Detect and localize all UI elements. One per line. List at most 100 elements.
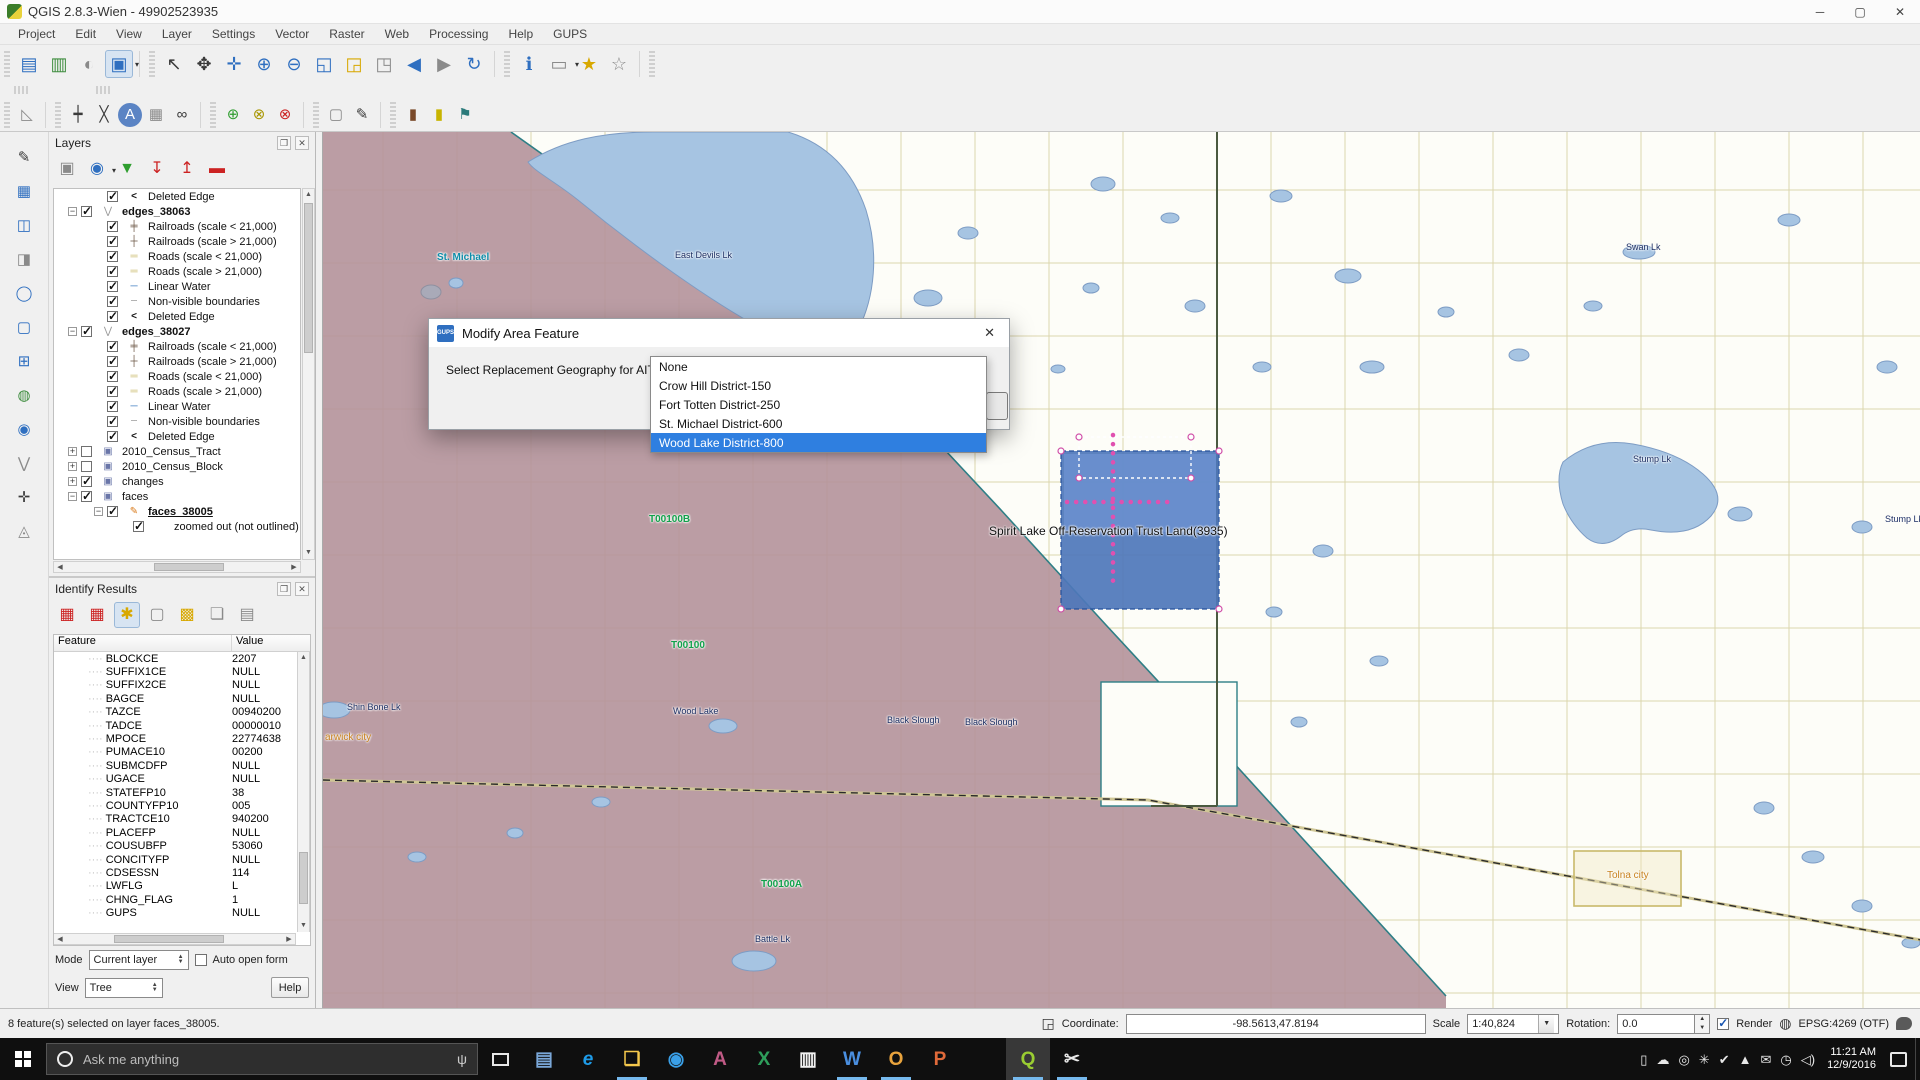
usb-icon[interactable]: ▯ bbox=[1640, 1053, 1647, 1066]
dialog-close-icon[interactable]: ✕ bbox=[978, 323, 1001, 343]
web[interactable]: Web bbox=[375, 25, 419, 43]
outlook-taskbar-button[interactable]: O bbox=[874, 1038, 918, 1080]
close-panel-icon[interactable]: ✕ bbox=[295, 582, 309, 596]
expander-icon[interactable]: − bbox=[68, 492, 77, 501]
vector[interactable]: Vector bbox=[265, 25, 319, 43]
layer-label[interactable]: Non-visible boundaries bbox=[148, 416, 260, 428]
layer-checkbox[interactable] bbox=[107, 431, 118, 442]
layer-row[interactable]: zoomed out (not outlined) bbox=[54, 519, 300, 534]
table-row[interactable]: CHNG_FLAG 1 bbox=[54, 893, 296, 906]
layer-checkbox[interactable] bbox=[107, 236, 118, 247]
volume-icon[interactable]: ◁) bbox=[1801, 1053, 1815, 1066]
word-taskbar-button[interactable]: W bbox=[830, 1038, 874, 1080]
layer-row[interactable]: < Deleted Edge bbox=[54, 429, 300, 444]
table-row[interactable]: BAGCE NULL bbox=[54, 692, 296, 705]
mail-tray-icon[interactable]: ✉ bbox=[1760, 1053, 1771, 1066]
table-row[interactable]: CDSESSN 114 bbox=[54, 866, 296, 879]
start-button[interactable] bbox=[0, 1038, 46, 1080]
layer-row[interactable]: + ▣ 2010_Census_Block bbox=[54, 459, 300, 474]
minimize-button[interactable]: ─ bbox=[1800, 0, 1840, 23]
scroll-left-icon[interactable]: ◀ bbox=[54, 934, 66, 944]
layer-label[interactable]: Linear Water bbox=[148, 281, 211, 293]
delete-vertex-button[interactable]: ╳ bbox=[92, 103, 116, 127]
scroll-thumb[interactable] bbox=[304, 203, 313, 353]
rectangle-button[interactable]: ▢ bbox=[12, 315, 36, 339]
expander-icon[interactable]: + bbox=[68, 477, 77, 486]
globe-add-button[interactable]: ◍ bbox=[12, 383, 36, 407]
delete-record-button[interactable]: ⊗ bbox=[273, 103, 297, 127]
layer-label[interactable]: Railroads (scale < 21,000) bbox=[148, 341, 277, 353]
table-row[interactable]: COUSUBFP 53060 bbox=[54, 839, 296, 852]
add-record-button[interactable]: ⊕ bbox=[221, 103, 245, 127]
layer-row[interactable]: ┼ Railroads (scale > 21,000) bbox=[54, 354, 300, 369]
layer-checkbox[interactable] bbox=[81, 461, 92, 472]
zoom-full-button[interactable]: ◱▾ bbox=[310, 50, 338, 78]
layer-checkbox[interactable] bbox=[107, 386, 118, 397]
layer-label[interactable]: Linear Water bbox=[148, 401, 211, 413]
dropdown-option[interactable]: None bbox=[651, 357, 986, 376]
microphone-icon[interactable]: ψ bbox=[457, 1051, 467, 1067]
expander-icon[interactable]: − bbox=[68, 327, 77, 336]
layer-checkbox[interactable] bbox=[107, 401, 118, 412]
linear-button[interactable]: ◨ bbox=[12, 247, 36, 271]
layer-checkbox[interactable] bbox=[107, 251, 118, 262]
expand-tree-button[interactable]: ▦ bbox=[84, 602, 110, 628]
layer-checkbox[interactable] bbox=[107, 281, 118, 292]
layer-label[interactable]: edges_38063 bbox=[122, 206, 191, 218]
layer-checkbox[interactable] bbox=[107, 506, 118, 517]
extents-icon[interactable]: ◲ bbox=[1042, 1015, 1055, 1032]
digitizing-button[interactable]: ✎ bbox=[12, 145, 36, 169]
table-row[interactable]: COUNTYFP10 005 bbox=[54, 799, 296, 812]
scroll-thumb[interactable] bbox=[114, 935, 224, 943]
scroll-down-icon[interactable]: ▼ bbox=[303, 547, 314, 559]
layer-label[interactable]: faces_38005 bbox=[148, 506, 213, 518]
scroll-down-icon[interactable]: ▼ bbox=[298, 920, 309, 932]
coordinate-input[interactable]: -98.5613,47.8194 bbox=[1126, 1014, 1426, 1034]
layer-row[interactable]: ═ Roads (scale < 21,000) bbox=[54, 249, 300, 264]
zoom-to-selection-button[interactable]: ◲▾ bbox=[340, 50, 368, 78]
save-project-button[interactable]: ▤▾ bbox=[15, 50, 43, 78]
gups[interactable]: GUPS bbox=[543, 25, 597, 43]
edit[interactable]: Edit bbox=[65, 25, 106, 43]
layer-row[interactable]: ═ Roads (scale < 21,000) bbox=[54, 369, 300, 384]
media-player-taskbar-button[interactable]: ◉ bbox=[654, 1038, 698, 1080]
layer-checkbox[interactable] bbox=[107, 191, 118, 202]
layer-label[interactable]: Roads (scale < 21,000) bbox=[148, 251, 262, 263]
layer-checkbox[interactable] bbox=[107, 296, 118, 307]
edge-browser-taskbar-button[interactable]: e bbox=[566, 1038, 610, 1080]
layer-row[interactable]: ═ Roads (scale > 21,000) bbox=[54, 264, 300, 279]
access-taskbar-button[interactable]: A bbox=[698, 1038, 742, 1080]
layer-row[interactable]: ╪ Railroads (scale < 21,000) bbox=[54, 339, 300, 354]
pinwheel-icon[interactable]: ✳ bbox=[1699, 1053, 1710, 1066]
layer-row[interactable]: − ⋁ edges_38027 bbox=[54, 324, 300, 339]
layer-checkbox[interactable] bbox=[107, 356, 118, 367]
attribute-table-button[interactable]: ▦ bbox=[144, 103, 168, 127]
search-features-button[interactable]: ∞ bbox=[170, 103, 194, 127]
road-tool-yellow-button[interactable]: ▮ bbox=[427, 103, 451, 127]
expander-icon[interactable]: + bbox=[68, 447, 77, 456]
messages-icon[interactable] bbox=[1896, 1017, 1912, 1030]
chevron-down-icon[interactable]: ▼ bbox=[1538, 1015, 1554, 1033]
scroll-right-icon[interactable]: ▶ bbox=[283, 934, 295, 944]
layer-label[interactable]: Deleted Edge bbox=[148, 191, 215, 203]
table-row[interactable]: SUFFIX1CE NULL bbox=[54, 665, 296, 678]
layer-checkbox[interactable] bbox=[107, 371, 118, 382]
layer-label[interactable]: Railroads (scale > 21,000) bbox=[148, 356, 277, 368]
layer-label[interactable]: Deleted Edge bbox=[148, 431, 215, 443]
layer-row[interactable]: ┼ Railroads (scale > 21,000) bbox=[54, 234, 300, 249]
mail-app-taskbar-button[interactable]: ▤ bbox=[522, 1038, 566, 1080]
vertex-tool-button[interactable]: ⋁ bbox=[12, 451, 36, 475]
circle-button[interactable]: ◯ bbox=[12, 281, 36, 305]
table-row[interactable]: BLOCKCE 2207 bbox=[54, 652, 296, 665]
layer-label[interactable]: zoomed out (not outlined) bbox=[174, 521, 299, 533]
composer-manager-button[interactable]: ◐▾ bbox=[75, 50, 103, 78]
scale-combo[interactable]: 1:40,824 ▼ bbox=[1467, 1014, 1559, 1034]
scroll-left-icon[interactable]: ◀ bbox=[54, 562, 66, 572]
processing[interactable]: Processing bbox=[419, 25, 498, 43]
layer-row[interactable]: + ▣ 2010_Census_Tract bbox=[54, 444, 300, 459]
layer-row[interactable]: < Deleted Edge bbox=[54, 189, 300, 204]
scroll-up-icon[interactable]: ▲ bbox=[303, 189, 314, 201]
security-icon[interactable]: ✔ bbox=[1719, 1053, 1730, 1066]
update-record-button[interactable]: ⊗ bbox=[247, 103, 271, 127]
rotation-input[interactable]: 0.0 bbox=[1617, 1014, 1695, 1034]
